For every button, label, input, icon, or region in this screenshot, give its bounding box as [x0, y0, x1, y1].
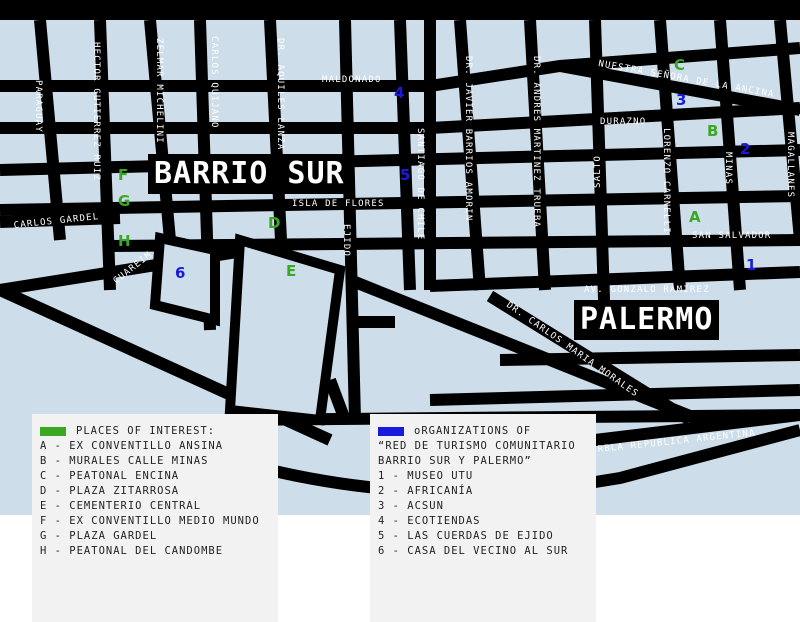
label-minas: MINAS [723, 152, 733, 185]
legend-place-item: H - PEATONAL DEL CANDOMBE [40, 545, 224, 557]
marker-org-1: 1 [746, 256, 756, 274]
marker-place-h: H [118, 232, 131, 250]
label-carnelli: LORENZO CARNELLI [661, 128, 671, 234]
marker-place-e: E [286, 262, 296, 280]
label-hector-gutierrez: HECTOR GUTIERREZ RUIZ [91, 42, 101, 181]
marker-place-a: A [689, 208, 701, 226]
label-ejido: EJIDO [341, 224, 351, 257]
label-paraguay: PARAGUAY [33, 80, 43, 133]
legend-place-item: C - PEATONAL ENCINA [40, 470, 180, 482]
label-barrio-sur: BARRIO SUR [148, 154, 351, 194]
legend-places-title: PLACES OF INTEREST: [40, 424, 270, 439]
marker-org-5: 5 [400, 166, 410, 184]
marker-place-d: D [268, 214, 280, 232]
organizations-swatch [378, 426, 404, 436]
legend-organizations: oRGANIZATIONS OF “RED DE TURISMO COMUNIT… [370, 414, 596, 622]
legend-organization-item: 1 - MUSEO UTU [378, 470, 474, 482]
cemetery-block [224, 233, 346, 426]
label-salto: SALTO [593, 155, 603, 188]
map-stage: PARAGUAY HECTOR GUTIERREZ RUIZ ZELMAR MI… [0, 0, 800, 622]
places-swatch [40, 426, 66, 436]
label-isla-de-flores: ISLA DE FLORES [292, 199, 385, 209]
marker-org-2: 2 [740, 140, 750, 158]
label-aquiles: DR. AQUILES LANZA [275, 38, 285, 151]
legend-organization-item: 4 - ECOTIENDAS [378, 515, 481, 527]
top-band [0, 0, 800, 20]
legend-place-item: F - EX CONVENTILLO MEDIO MUNDO [40, 515, 260, 527]
label-barrios-amorin: DR. JAVIER BARRIOS AMORIN [463, 56, 473, 221]
legend-place-item: G - PLAZA GARDEL [40, 530, 158, 542]
marker-place-b: B [707, 122, 718, 140]
legend-places: PLACES OF INTEREST: A - EX CONVENTILLO A… [32, 414, 278, 622]
label-maldonado: MALDONADO [322, 75, 382, 85]
legend-place-item: B - MURALES CALLE MINAS [40, 455, 209, 467]
legend-place-item: D - PLAZA ZITARROSA [40, 485, 180, 497]
legend-organization-item: 6 - CASA DEL VECINO AL SUR [378, 545, 569, 557]
label-santiago: SANTIAGO DE CHILE [415, 128, 425, 241]
label-gonzalo-ramirez: AV. GONZALO RAMIREZ [584, 285, 710, 295]
label-magallanes: MAGALLANES [785, 132, 795, 198]
legend-place-item: A - EX CONVENTILLO ANSINA [40, 440, 224, 452]
label-san-salvador: SAN SALVADOR [692, 231, 771, 241]
legend-organization-item: 2 - AFRICANÍA [378, 485, 474, 497]
legend-place-item: E - CEMENTERIO CENTRAL [40, 500, 202, 512]
marker-org-4: 4 [394, 84, 404, 102]
marker-org-6: 6 [175, 264, 185, 282]
marker-place-f: F [118, 166, 128, 184]
legend-organizations-subtitle: BARRIO SUR Y PALERMO” [378, 455, 532, 467]
label-palermo: PALERMO [574, 300, 720, 340]
label-martinez-trueba: DR. ANDRES MARTINEZ TRUEBA [531, 56, 541, 228]
label-durazno: DURAZNO [600, 117, 646, 127]
marker-place-g: G [118, 192, 130, 210]
legend-organizations-subtitle: “RED DE TURISMO COMUNITARIO [378, 440, 576, 452]
label-zelmar: ZELMAR MICHELINI [154, 38, 164, 144]
legend-organization-item: 3 - ACSUN [378, 500, 444, 512]
legend-organizations-title: oRGANIZATIONS OF [378, 424, 588, 439]
label-quijano: CARLOS QUIJANO [209, 36, 219, 129]
marker-place-c: C [674, 56, 685, 74]
street-south-3 [499, 349, 800, 366]
marker-org-3: 3 [676, 91, 686, 109]
legend-organization-item: 5 - LAS CUERDAS DE EJIDO [378, 530, 554, 542]
